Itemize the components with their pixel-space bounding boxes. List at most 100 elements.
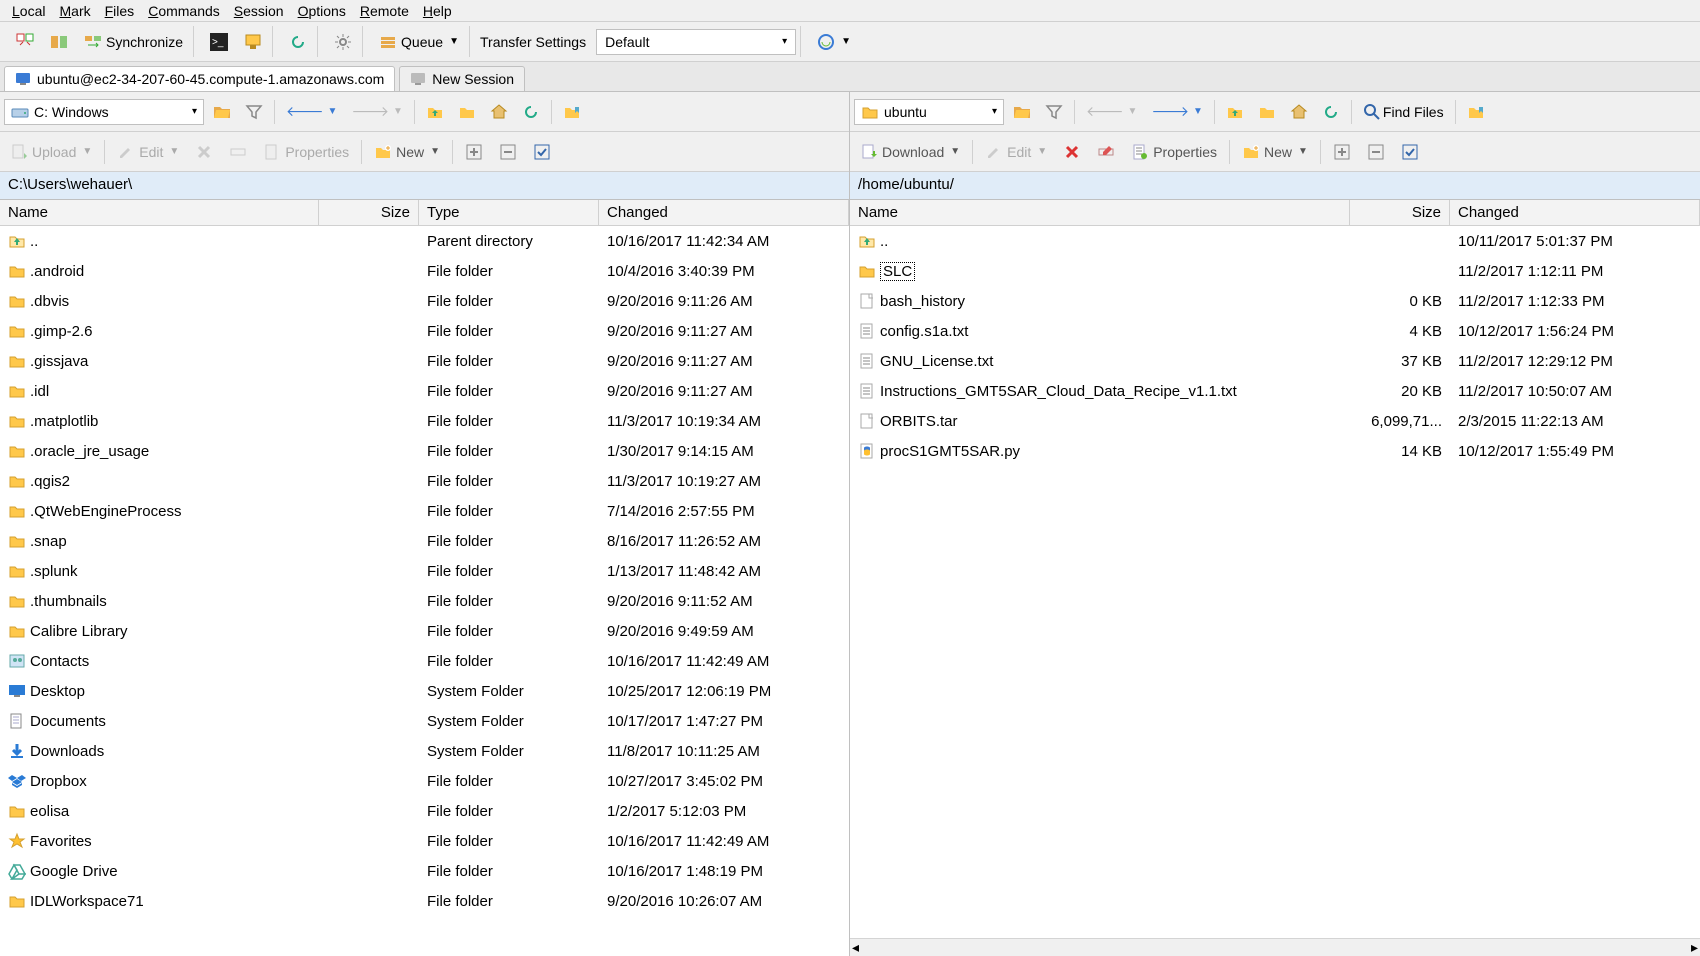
home-icon[interactable] <box>485 99 513 125</box>
minus-icon[interactable] <box>1361 139 1391 165</box>
table-row[interactable]: bash_history0 KB11/2/2017 1:12:33 PM <box>850 286 1700 316</box>
table-row[interactable]: SLC11/2/2017 1:12:11 PM <box>850 256 1700 286</box>
col-name[interactable]: Name ⌃ <box>850 200 1350 225</box>
table-row[interactable]: ContactsFile folder10/16/2017 11:42:49 A… <box>0 646 849 676</box>
table-row[interactable]: procS1GMT5SAR.py14 KB10/12/2017 1:55:49 … <box>850 436 1700 466</box>
parent-dir-icon[interactable] <box>1221 99 1249 125</box>
col-type[interactable]: Type <box>419 200 599 225</box>
disconnect-icon[interactable]: ▼ <box>811 29 857 55</box>
local-file-list[interactable]: Name ⌃ Size Type Changed ..Parent direct… <box>0 200 849 956</box>
col-name[interactable]: Name ⌃ <box>0 200 319 225</box>
new-button[interactable]: New▼ <box>368 139 446 165</box>
col-size[interactable]: Size <box>319 200 419 225</box>
table-row[interactable]: .androidFile folder10/4/2016 3:40:39 PM <box>0 256 849 286</box>
root-dir-icon[interactable] <box>1253 99 1281 125</box>
open-folder-icon[interactable] <box>1008 99 1036 125</box>
table-row[interactable]: Google DriveFile folder10/16/2017 1:48:1… <box>0 856 849 886</box>
rename-icon[interactable] <box>1091 139 1121 165</box>
menu-remote[interactable]: Remote <box>354 3 415 19</box>
menu-local[interactable]: Local <box>6 3 51 19</box>
download-button[interactable]: Download▼ <box>854 139 966 165</box>
table-row[interactable]: .idlFile folder9/20/2016 9:11:27 AM <box>0 376 849 406</box>
new-session-tab[interactable]: New Session <box>399 66 525 91</box>
table-row[interactable]: ..Parent directory10/16/2017 11:42:34 AM <box>0 226 849 256</box>
session-tab-active[interactable]: ubuntu@ec2-34-207-60-45.compute-1.amazon… <box>4 66 395 91</box>
table-row[interactable]: .gimp-2.6File folder9/20/2016 9:11:27 AM <box>0 316 849 346</box>
table-row[interactable]: DownloadsSystem Folder11/8/2017 10:11:25… <box>0 736 849 766</box>
menu-commands[interactable]: Commands <box>142 3 226 19</box>
table-row[interactable]: DesktopSystem Folder10/25/2017 12:06:19 … <box>0 676 849 706</box>
compare-icon[interactable] <box>44 29 74 55</box>
col-size[interactable]: Size <box>1350 200 1450 225</box>
edit-button[interactable]: Edit▼ <box>111 139 185 165</box>
remote-file-list[interactable]: Name ⌃ Size Changed ..10/11/2017 5:01:37… <box>850 200 1700 956</box>
bookmark-icon[interactable] <box>558 99 586 125</box>
rename-icon[interactable] <box>223 139 253 165</box>
parent-dir-icon[interactable] <box>421 99 449 125</box>
select-all-icon[interactable] <box>1395 139 1425 165</box>
menu-help[interactable]: Help <box>417 3 458 19</box>
queue-button[interactable]: Queue ▼ <box>373 29 465 55</box>
menu-session[interactable]: Session <box>228 3 290 19</box>
back-button[interactable]: 🡐▼ <box>1081 99 1142 124</box>
local-drive-select[interactable]: C: Windows ▾ <box>4 99 204 125</box>
col-changed[interactable]: Changed <box>599 200 849 225</box>
bookmark-icon[interactable] <box>1462 99 1490 125</box>
synchronize-button[interactable]: Synchronize <box>78 29 189 55</box>
back-button[interactable]: 🡐▼ <box>281 99 342 124</box>
table-row[interactable]: DropboxFile folder10/27/2017 3:45:02 PM <box>0 766 849 796</box>
table-row[interactable]: GNU_License.txt37 KB11/2/2017 12:29:12 P… <box>850 346 1700 376</box>
table-row[interactable]: ..10/11/2017 5:01:37 PM <box>850 226 1700 256</box>
sync-browse-icon[interactable] <box>10 29 40 55</box>
plus-icon[interactable] <box>459 139 489 165</box>
find-files-button[interactable]: Find Files <box>1358 99 1449 125</box>
refresh-icon[interactable] <box>283 29 313 55</box>
root-dir-icon[interactable] <box>453 99 481 125</box>
open-folder-icon[interactable] <box>208 99 236 125</box>
putty-icon[interactable] <box>238 29 268 55</box>
table-row[interactable]: config.s1a.txt4 KB10/12/2017 1:56:24 PM <box>850 316 1700 346</box>
table-row[interactable]: Calibre LibraryFile folder9/20/2016 9:49… <box>0 616 849 646</box>
plus-icon[interactable] <box>1327 139 1357 165</box>
table-row[interactable]: .gissjavaFile folder9/20/2016 9:11:27 AM <box>0 346 849 376</box>
home-icon[interactable] <box>1285 99 1313 125</box>
menu-files[interactable]: Files <box>99 3 141 19</box>
menu-mark[interactable]: Mark <box>53 3 96 19</box>
new-button[interactable]: New▼ <box>1236 139 1314 165</box>
table-row[interactable]: Instructions_GMT5SAR_Cloud_Data_Recipe_v… <box>850 376 1700 406</box>
filter-icon[interactable] <box>1040 99 1068 125</box>
horizontal-scrollbar[interactable]: ◂▸ <box>850 938 1700 956</box>
properties-button[interactable]: Properties <box>257 139 355 165</box>
select-all-icon[interactable] <box>527 139 557 165</box>
table-row[interactable]: FavoritesFile folder10/16/2017 11:42:49 … <box>0 826 849 856</box>
filter-icon[interactable] <box>240 99 268 125</box>
delete-icon[interactable] <box>189 139 219 165</box>
refresh-icon[interactable] <box>517 99 545 125</box>
upload-button[interactable]: Upload▼ <box>4 139 98 165</box>
edit-button[interactable]: Edit▼ <box>979 139 1053 165</box>
table-row[interactable]: ORBITS.tar6,099,71...2/3/2015 11:22:13 A… <box>850 406 1700 436</box>
table-row[interactable]: .splunkFile folder1/13/2017 11:48:42 AM <box>0 556 849 586</box>
table-row[interactable]: .matplotlibFile folder11/3/2017 10:19:34… <box>0 406 849 436</box>
table-row[interactable]: .oracle_jre_usageFile folder1/30/2017 9:… <box>0 436 849 466</box>
forward-button[interactable]: 🡒▼ <box>1146 99 1207 124</box>
remote-drive-select[interactable]: ubuntu ▾ <box>854 99 1004 125</box>
terminal-icon[interactable]: >_ <box>204 29 234 55</box>
table-row[interactable]: DocumentsSystem Folder10/17/2017 1:47:27… <box>0 706 849 736</box>
col-changed[interactable]: Changed <box>1450 200 1700 225</box>
menu-options[interactable]: Options <box>292 3 352 19</box>
table-row[interactable]: .QtWebEngineProcessFile folder7/14/2016 … <box>0 496 849 526</box>
minus-icon[interactable] <box>493 139 523 165</box>
settings-icon[interactable] <box>328 29 358 55</box>
table-row[interactable]: .dbvisFile folder9/20/2016 9:11:26 AM <box>0 286 849 316</box>
table-row[interactable]: eolisaFile folder1/2/2017 5:12:03 PM <box>0 796 849 826</box>
table-row[interactable]: .qgis2File folder11/3/2017 10:19:27 AM <box>0 466 849 496</box>
transfer-settings-select[interactable]: Default ▾ <box>596 29 796 55</box>
delete-icon[interactable] <box>1057 139 1087 165</box>
refresh-icon[interactable] <box>1317 99 1345 125</box>
properties-button[interactable]: Properties <box>1125 139 1223 165</box>
table-row[interactable]: .thumbnailsFile folder9/20/2016 9:11:52 … <box>0 586 849 616</box>
table-row[interactable]: .snapFile folder8/16/2017 11:26:52 AM <box>0 526 849 556</box>
table-row[interactable]: IDLWorkspace71File folder9/20/2016 10:26… <box>0 886 849 916</box>
forward-button[interactable]: 🡒▼ <box>346 99 407 124</box>
